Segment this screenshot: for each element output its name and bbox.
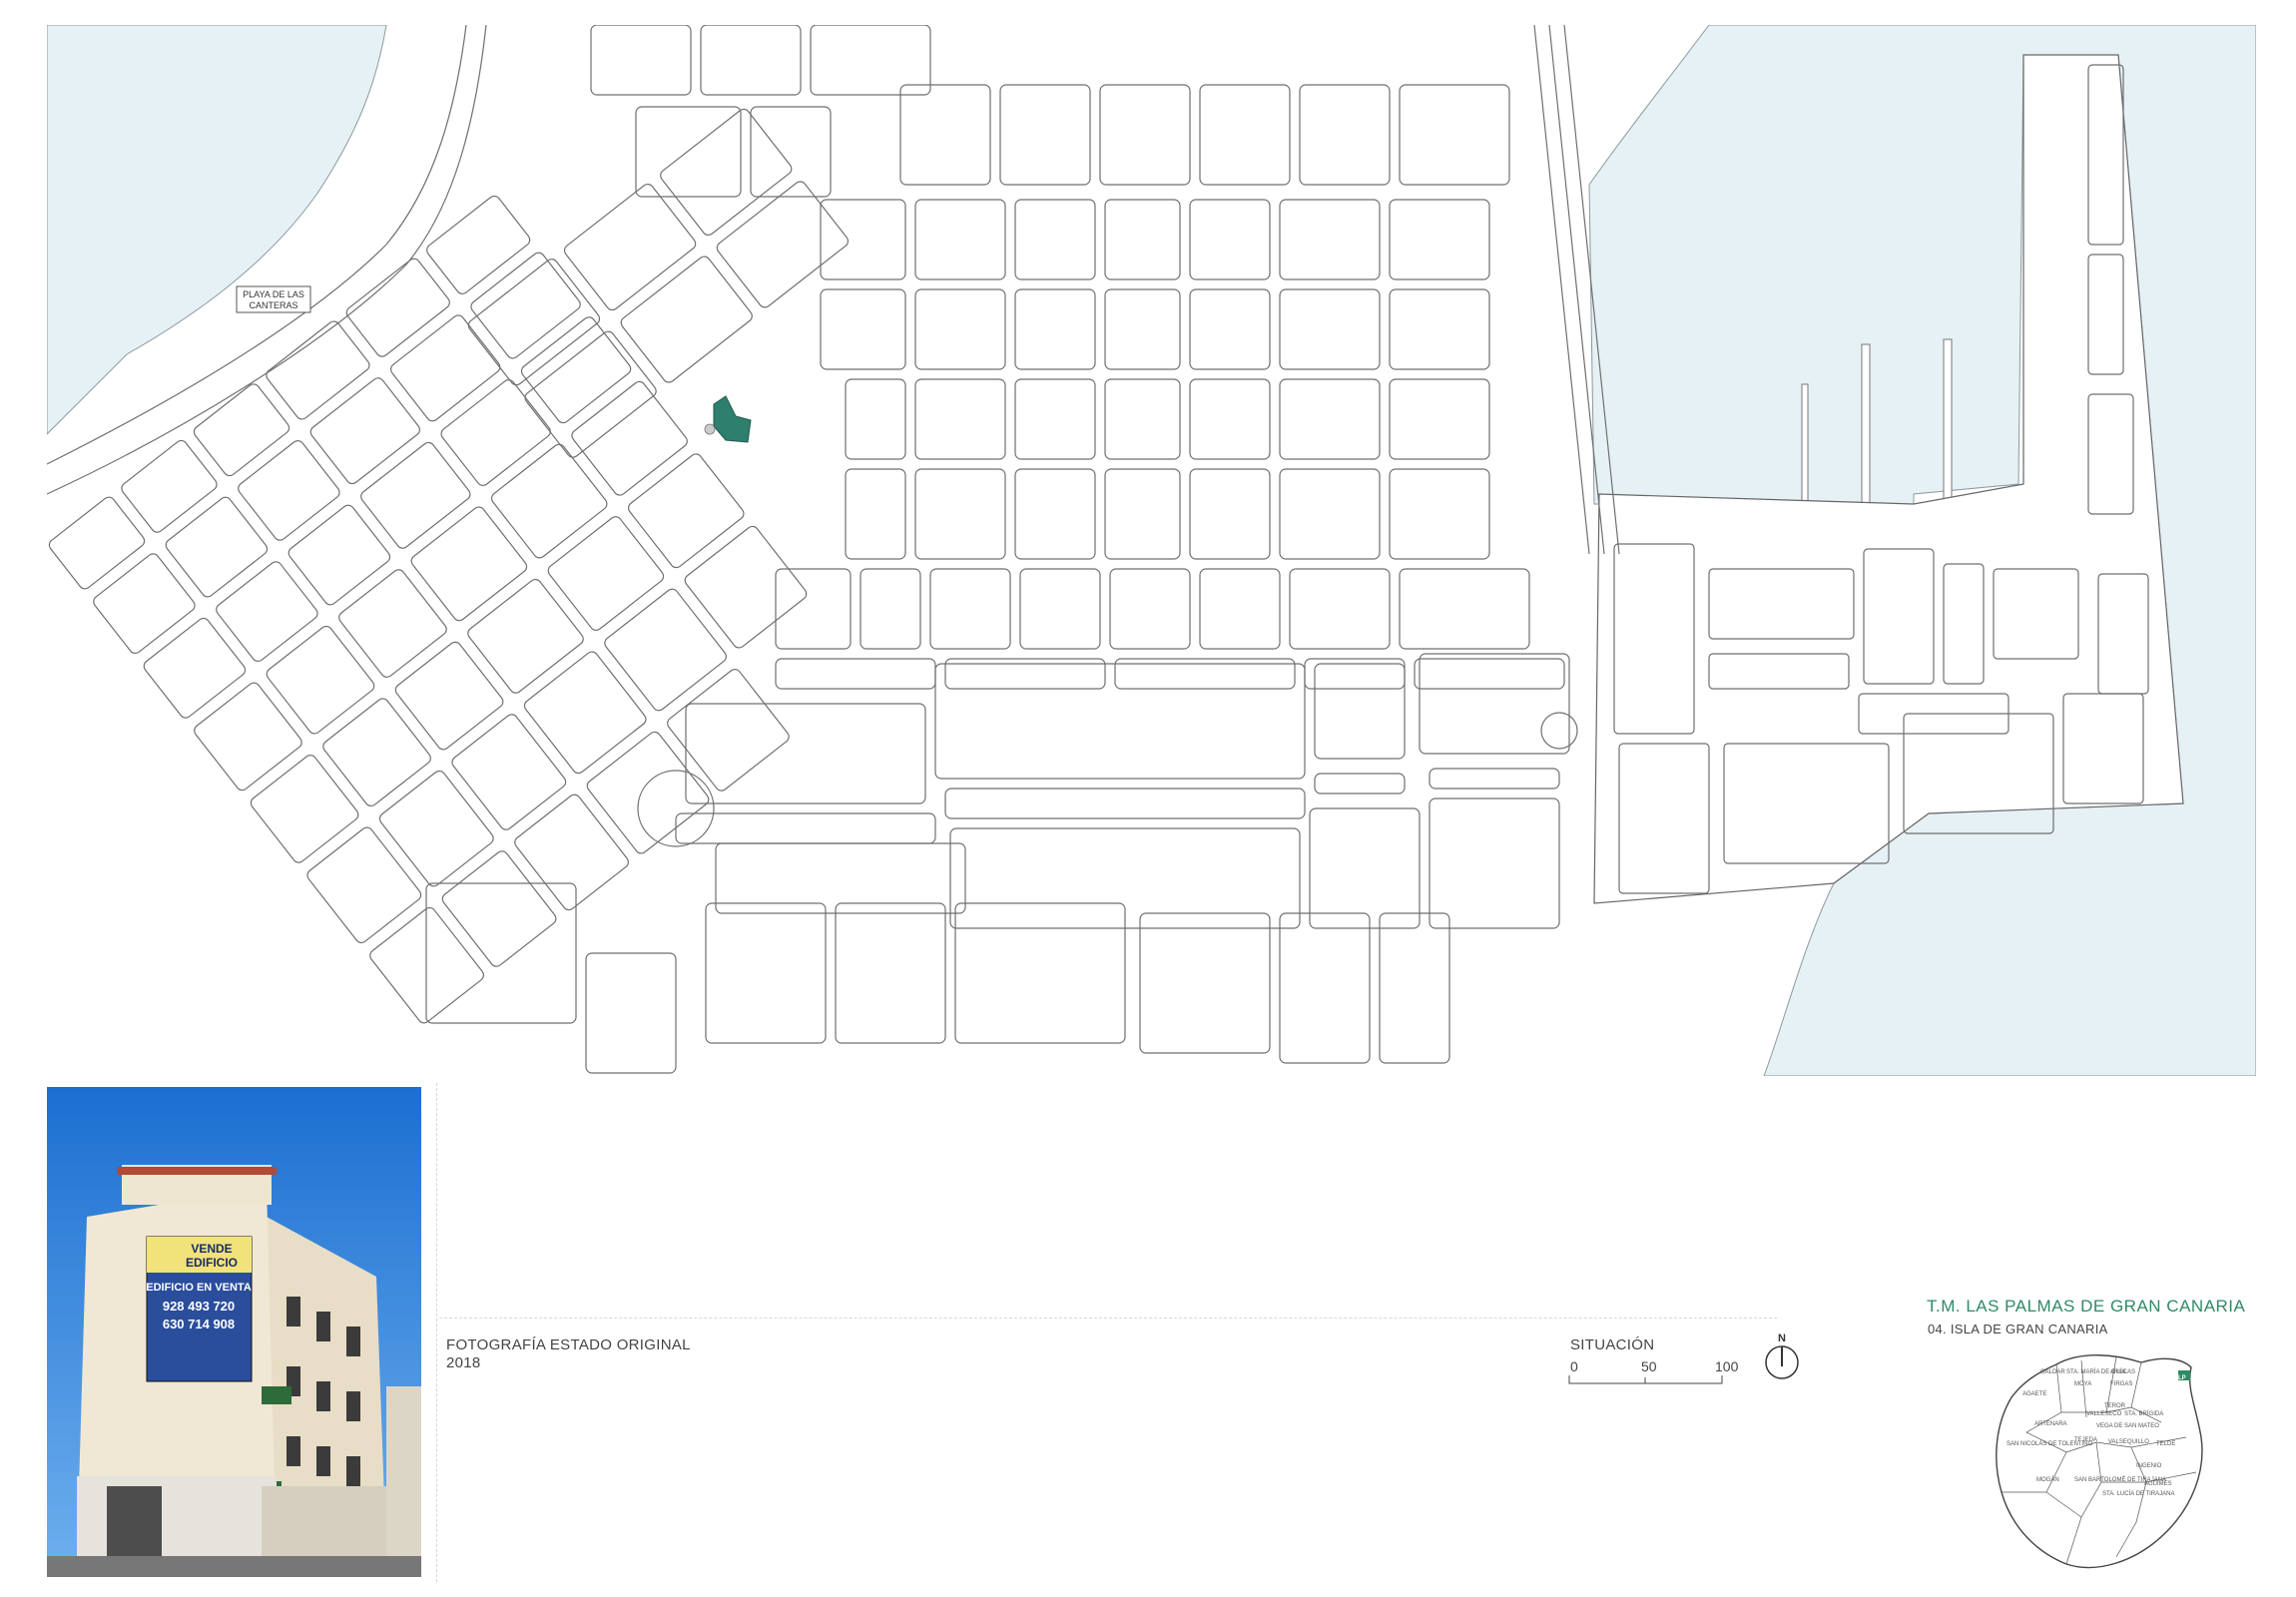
muni-telde: TELDE <box>2156 1441 2176 1447</box>
muni-san-mateo: VEGA DE SAN MATEO <box>2096 1423 2159 1429</box>
situacion-title: SITUACIÓN <box>1570 1336 1655 1353</box>
building-photo: VENDE EDIFICIO EDIFICIO EN VENTA 928 493… <box>47 1087 421 1577</box>
muni-agaete: AGAETE <box>2022 1391 2047 1397</box>
muni-mogan: MOGÁN <box>2036 1477 2059 1483</box>
muni-san-nicolas: SAN NICOLÁS DE TOLENTINO <box>2007 1441 2093 1447</box>
island-map: GALDAR STA. MARÍA DE GUÍA ARUCAS MOYA AG… <box>1987 1342 2211 1577</box>
municipality-labels: GALDAR STA. MARÍA DE GUÍA ARUCAS MOYA AG… <box>2007 1367 2206 1567</box>
muni-santa-brigida: STA. BRÍGIDA <box>2124 1411 2164 1417</box>
site-map[interactable]: PLAYA DE LAS CANTERAS <box>47 25 2256 1076</box>
beach-label-line1: PLAYA DE LAS <box>243 289 304 299</box>
street-plan: PLAYA DE LAS CANTERAS <box>47 25 2256 1076</box>
muni-arucas: ARUCAS <box>2110 1369 2136 1375</box>
sign-edificio: EDIFICIO <box>186 1256 238 1270</box>
scale-label-100: 100 <box>1715 1358 1739 1374</box>
muni-ingenio: INGENIO <box>2136 1463 2162 1469</box>
photo-year: 2018 <box>446 1354 481 1371</box>
beach-label-line2: CANTERAS <box>249 300 297 310</box>
compass-icon <box>1765 1345 1799 1379</box>
scale-label-0: 0 <box>1570 1358 1578 1374</box>
sign-phone1: 928 493 720 <box>163 1299 235 1314</box>
guide-line-vertical <box>436 1083 437 1582</box>
guide-line-horizontal <box>439 1318 1777 1319</box>
sign-vende: VENDE <box>191 1242 232 1256</box>
muni-lp: LP <box>2178 1375 2186 1381</box>
scale-label-50: 50 <box>1641 1358 1657 1374</box>
sign-headline: EDIFICIO EN VENTA <box>146 1282 252 1294</box>
muni-firgas: FIRGAS <box>2110 1381 2133 1387</box>
muni-moya: MOYA <box>2074 1381 2092 1387</box>
muni-valsequillo: VALSEQUILLO <box>2108 1439 2149 1445</box>
muni-valleseco: VALLESECO <box>2086 1411 2122 1417</box>
scale-bar <box>1568 1375 1723 1384</box>
sign-phone2: 630 714 908 <box>163 1317 235 1331</box>
muni-aguimes: AGÜIMES <box>2144 1481 2172 1487</box>
municipality-title: T.M. LAS PALMAS DE GRAN CANARIA <box>1927 1297 2246 1316</box>
muni-galdar: GALDAR <box>2040 1369 2065 1375</box>
north-arrow: N <box>1762 1332 1802 1382</box>
muni-artenara: ARTENARA <box>2034 1421 2067 1427</box>
north-label: N <box>1778 1332 1786 1344</box>
muni-santa-lucia: STA. LUCÍA DE TIRAJANA <box>2102 1491 2175 1497</box>
photo-caption: FOTOGRAFÍA ESTADO ORIGINAL <box>446 1336 691 1353</box>
muni-teror: TEROR <box>2104 1403 2125 1409</box>
island-subtitle: 04. ISLA DE GRAN CANARIA <box>1928 1322 2108 1336</box>
